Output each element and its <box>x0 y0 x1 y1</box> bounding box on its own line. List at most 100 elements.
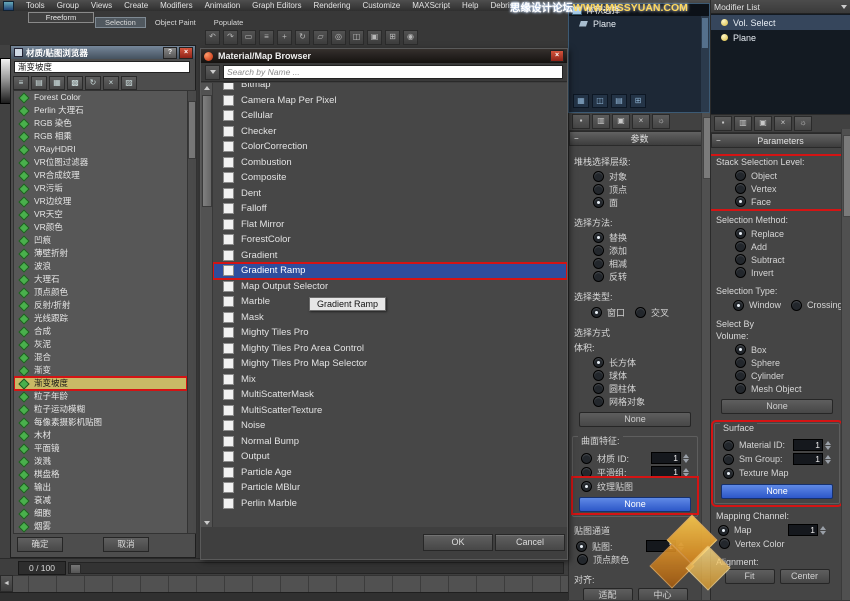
scale-icon[interactable]: ▱ <box>313 30 328 45</box>
radio-option[interactable]: 圆柱体 <box>569 382 701 395</box>
menu-item[interactable]: Group <box>51 1 85 10</box>
dialog-map-item[interactable]: Gradient Ramp <box>213 263 567 279</box>
map-list-item[interactable]: VRayHDRI <box>14 143 187 156</box>
map-list-item[interactable]: VR边纹理 <box>14 195 187 208</box>
map-radio-row[interactable]: Map 1 <box>711 523 843 537</box>
radio-option[interactable]: 反转 <box>569 270 701 283</box>
map-list-item[interactable]: 大理石 <box>14 273 187 286</box>
map-list-item[interactable]: 混合 <box>14 351 187 364</box>
menu-item[interactable]: Animation <box>199 1 247 10</box>
texture-map-none-button[interactable]: None <box>721 484 833 499</box>
map-list-item[interactable]: 合成 <box>14 325 187 338</box>
ok-button[interactable]: 确定 <box>17 537 63 552</box>
radio-option[interactable]: 交叉 <box>627 305 669 319</box>
dialog-titlebar[interactable]: Material/Map Browser × <box>201 49 567 63</box>
view-list-icon[interactable]: ≡ <box>13 76 29 90</box>
menu-item[interactable]: Rendering <box>308 1 357 10</box>
stack-row[interactable]: Plane <box>711 30 850 45</box>
map-list-item[interactable]: 衰减 <box>14 494 187 507</box>
help-button[interactable]: ? <box>163 47 177 59</box>
dialog-map-item[interactable]: Particle Age <box>213 465 567 481</box>
render-setup-icon[interactable]: ⊞ <box>385 30 400 45</box>
move-icon[interactable]: + <box>277 30 292 45</box>
radio-option[interactable]: Cylinder <box>711 369 843 382</box>
pin-stack-icon[interactable]: ▪ <box>714 116 732 131</box>
spinner-arrows-icon[interactable] <box>683 468 689 477</box>
smoothing-group-spinner[interactable]: 1 <box>793 453 823 465</box>
configure-modifier-sets-icon[interactable]: ☼ <box>794 116 812 131</box>
dialog-search-input[interactable] <box>223 65 563 79</box>
show-end-result-icon[interactable]: ▥ <box>734 116 752 131</box>
radio-option[interactable]: 替换 <box>569 231 701 244</box>
radio-option[interactable]: 长方体 <box>569 356 701 369</box>
map-list-item[interactable]: 棋盘格 <box>14 468 187 481</box>
ribbon-tab-freeform[interactable]: Freeform <box>28 12 94 23</box>
map-list-item[interactable]: 凹痕 <box>14 234 187 247</box>
spinner-arrows-icon[interactable] <box>678 542 684 551</box>
volume-none-button[interactable]: None <box>579 412 691 427</box>
volume-none-button[interactable]: None <box>721 399 833 414</box>
ok-button[interactable]: OK <box>423 534 493 551</box>
align-icon[interactable]: ▣ <box>367 30 382 45</box>
map-list-item[interactable]: 粒子年龄 <box>14 390 187 403</box>
map-list-item[interactable]: 灰泥 <box>14 338 187 351</box>
dialog-map-item[interactable]: Particle MBlur <box>213 480 567 496</box>
menu-item[interactable]: MAXScript <box>406 1 456 10</box>
dialog-map-item[interactable]: Mighty Tiles Pro Map Selector <box>213 356 567 372</box>
parameters-rollout[interactable]: − 参数 <box>569 131 710 146</box>
radio-option[interactable]: 对象 <box>569 170 701 183</box>
view-mode-icon[interactable]: ◫ <box>592 94 608 108</box>
material-id-row[interactable]: 材质 ID: 1 <box>574 451 696 465</box>
menu-item[interactable]: Modifiers <box>154 1 198 10</box>
dialog-map-item[interactable]: Noise <box>213 418 567 434</box>
dialog-map-item[interactable]: Perlin Marble <box>213 496 567 512</box>
radio-option[interactable]: 窗口 <box>583 305 625 319</box>
undo-icon[interactable]: ↶ <box>205 30 220 45</box>
dialog-map-item[interactable]: Map Output Selector <box>213 279 567 295</box>
map-list-item[interactable]: 反射/折射 <box>14 299 187 312</box>
rotate-icon[interactable]: ↻ <box>295 30 310 45</box>
panel-scrollbar[interactable] <box>841 129 850 600</box>
view-small-icons-icon[interactable]: ▦ <box>49 76 65 90</box>
time-slider-handle[interactable] <box>70 564 81 574</box>
stack-row[interactable]: Vol. Select <box>711 15 850 30</box>
map-list-item[interactable]: 薄壁折射 <box>14 247 187 260</box>
texture-map-radio[interactable]: 纹理贴图 <box>574 479 696 493</box>
scroll-down-icon[interactable] <box>203 519 210 526</box>
dialog-map-item[interactable]: ForestColor <box>213 232 567 248</box>
dialog-map-item[interactable]: Marble <box>213 294 567 310</box>
material-id-row[interactable]: Material ID: 1 <box>716 438 838 452</box>
menu-item[interactable]: Views <box>85 1 118 10</box>
scrollbar-thumb[interactable] <box>702 18 708 48</box>
browser-options-dropdown[interactable] <box>205 65 220 80</box>
ribbon-tab[interactable]: Populate <box>205 17 253 28</box>
center-button[interactable]: 中心 <box>638 588 688 600</box>
stack-header[interactable]: 体积选择 <box>569 4 709 16</box>
radio-option[interactable]: 添加 <box>569 244 701 257</box>
snap-toggle-icon[interactable]: ◎ <box>331 30 346 45</box>
view-large-icons-icon[interactable]: ▩ <box>67 76 83 90</box>
radio-option[interactable]: Crossing <box>783 298 843 312</box>
show-end-result-icon[interactable]: ▥ <box>592 114 610 129</box>
map-list-item[interactable]: VR合成纹理 <box>14 169 187 182</box>
ribbon-tab[interactable]: Selection <box>95 17 146 28</box>
fit-button[interactable]: Fit <box>725 569 775 584</box>
scroll-up-icon[interactable] <box>203 84 210 91</box>
dialog-map-item[interactable]: Falloff <box>213 201 567 217</box>
radio-option[interactable]: Replace <box>711 227 843 240</box>
dialog-map-item[interactable]: Dent <box>213 186 567 202</box>
map-list-item[interactable]: 输出 <box>14 481 187 494</box>
map-list-item[interactable]: VR颜色 <box>14 221 187 234</box>
radio-option[interactable]: Sphere <box>711 356 843 369</box>
map-channel-spinner[interactable]: 1 <box>788 524 818 536</box>
dialog-map-item[interactable]: ColorCorrection <box>213 139 567 155</box>
map-list-item[interactable]: 波浪 <box>14 260 187 273</box>
map-list-item[interactable]: VR污垢 <box>14 182 187 195</box>
map-list-item[interactable]: 每像素摄影机贴图 <box>14 416 187 429</box>
radio-option[interactable]: Vertex <box>711 182 843 195</box>
map-list-item[interactable]: Perlin 大理石 <box>14 104 187 117</box>
parameters-rollout[interactable]: − Parameters <box>711 133 850 148</box>
radio-option[interactable]: Subtract <box>711 253 843 266</box>
cancel-button[interactable]: Cancel <box>495 534 565 551</box>
list-scrollbar[interactable] <box>187 90 197 534</box>
